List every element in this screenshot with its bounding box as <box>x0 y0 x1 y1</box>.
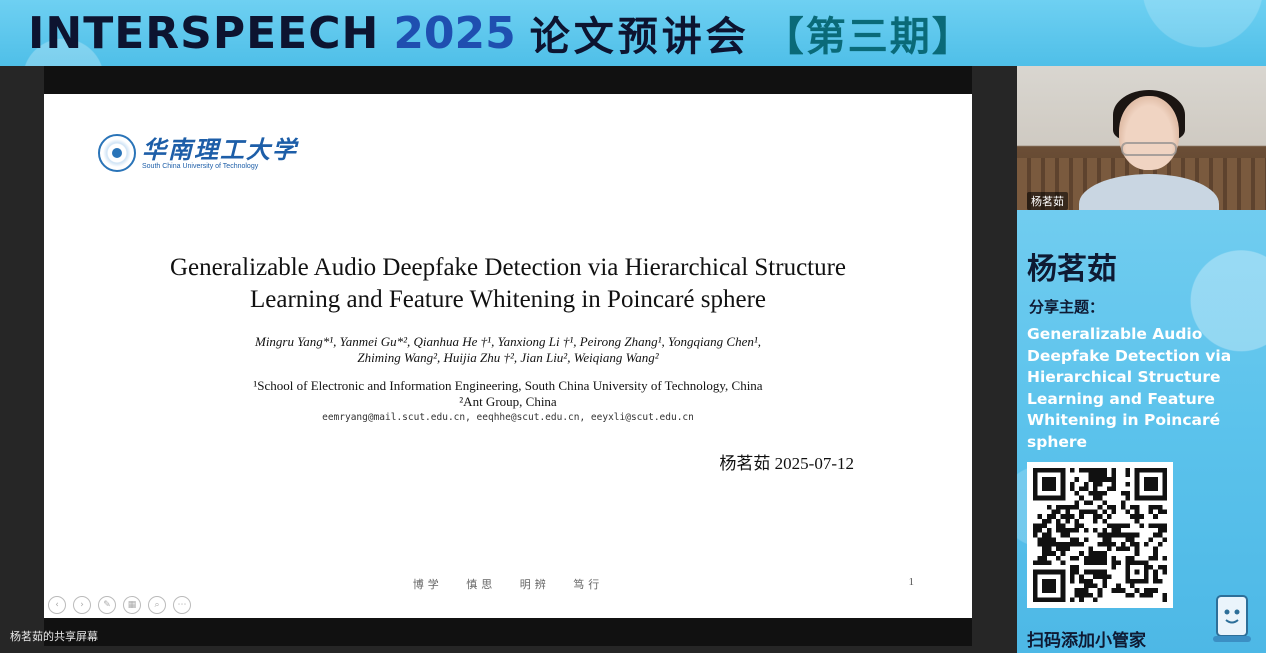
slide-frame: 华南理工大学 South China University of Technol… <box>44 66 972 646</box>
qr-code-icon <box>1033 468 1167 602</box>
affiliation-line2: ²Ant Group, China <box>459 394 557 409</box>
affiliation-line1: ¹School of Electronic and Information En… <box>253 378 763 393</box>
speaker-name: 杨茗茹 <box>1027 252 1117 287</box>
presentation-slide: 华南理工大学 South China University of Technol… <box>44 94 972 618</box>
screen-share-area: 华南理工大学 South China University of Technol… <box>0 66 1017 653</box>
zoom-icon[interactable]: ⌕ <box>148 596 166 614</box>
paper-affiliations: ¹School of Electronic and Information En… <box>44 378 972 410</box>
slide-controls: ‹ › ✎ ▦ ⌕ ⋯ <box>48 596 191 614</box>
next-icon[interactable]: › <box>73 596 91 614</box>
banner-title-part4: 【第三期】 <box>763 14 974 60</box>
university-logo: 华南理工大学 South China University of Technol… <box>98 134 298 172</box>
authors-line2: Zhiming Wang², Huijia Zhu †², Jian Liu²,… <box>357 350 659 365</box>
motto-word: 慎思 <box>466 578 497 591</box>
banner-title-part2: 2025 <box>393 7 516 59</box>
more-icon[interactable]: ⋯ <box>173 596 191 614</box>
university-motto: 博学 慎思 明辨 笃行 <box>44 576 972 592</box>
speaker-webcam[interactable]: 杨茗茹 <box>1017 66 1266 210</box>
logo-chinese-name: 华南理工大学 <box>142 134 298 164</box>
motto-word: 笃行 <box>573 578 604 591</box>
logo-text: 华南理工大学 South China University of Technol… <box>142 134 298 170</box>
event-banner: INTERSPEECH 2025 论文预讲会 【第三期】 <box>0 0 1266 66</box>
banner-title-part3: 论文预讲会 <box>529 14 750 60</box>
paper-title-line2: Learning and Feature Whitening in Poinca… <box>249 286 767 313</box>
banner-title-part1: INTERSPEECH <box>28 7 380 59</box>
paper-authors: Mingru Yang*¹, Yanmei Gu*², Qianhua He †… <box>44 334 972 366</box>
motto-word: 博学 <box>412 578 443 591</box>
university-seal-icon <box>98 134 136 172</box>
qr-code <box>1027 462 1173 608</box>
presenter-date: 杨茗茹 2025-07-12 <box>719 454 854 473</box>
scan-qr-caption: 扫码添加小管家 <box>1027 631 1146 651</box>
banner-title: INTERSPEECH 2025 论文预讲会 【第三期】 <box>28 6 974 61</box>
motto-word: 明辨 <box>519 578 550 591</box>
speaker-face <box>1119 96 1179 170</box>
slide-page-number: 1 <box>908 576 915 588</box>
topic-label: 分享主题： <box>1029 298 1105 316</box>
authors-line1: Mingru Yang*¹, Yanmei Gu*², Qianhua He †… <box>254 334 761 349</box>
prev-icon[interactable]: ‹ <box>48 596 66 614</box>
speaker-glasses <box>1121 142 1177 156</box>
webcam-name-tag: 杨茗茹 <box>1027 192 1068 210</box>
author-emails: eemryang@mail.scut.edu.cn, eeqhhe@scut.e… <box>322 412 694 423</box>
mascot-icon <box>1213 595 1251 642</box>
screen-share-label: 杨茗茹的共享屏幕 <box>10 630 98 643</box>
paper-title-line1: Generalizable Audio Deepfake Detection v… <box>169 254 847 281</box>
paper-title: Generalizable Audio Deepfake Detection v… <box>44 252 972 316</box>
topic-title: Generalizable Audio Deepfake Detection v… <box>1027 325 1232 451</box>
logo-english-name: South China University of Technology <box>142 162 259 170</box>
pen-icon[interactable]: ✎ <box>98 596 116 614</box>
grid-icon[interactable]: ▦ <box>123 596 141 614</box>
speaker-panel: 杨茗茹 杨茗茹 分享主题： Generalizable Audio Deepfa… <box>1017 66 1266 653</box>
